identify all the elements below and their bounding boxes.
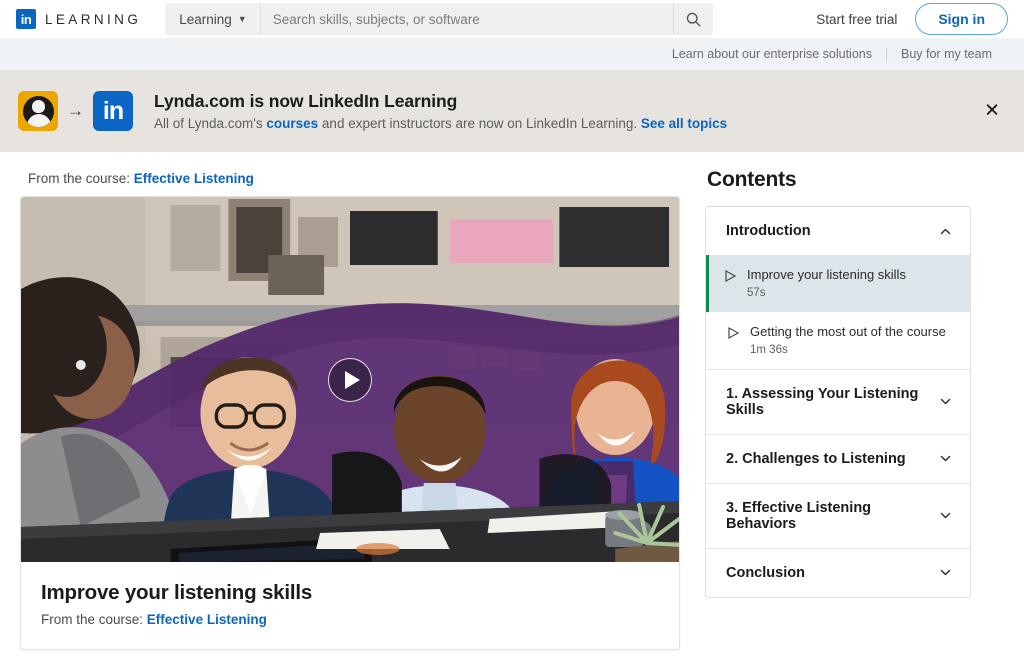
toc-section-label: 2. Challenges to Listening bbox=[726, 450, 906, 467]
chevron-down-icon bbox=[940, 570, 951, 576]
caret-down-icon: ▼ bbox=[237, 14, 247, 24]
banner-sub-before: All of Lynda.com's bbox=[154, 116, 267, 131]
banner-sub-middle: and expert instructors are now on Linked… bbox=[318, 116, 641, 131]
search-button[interactable] bbox=[672, 3, 713, 35]
enterprise-promo-bar: Learn about our enterprise solutions Buy… bbox=[0, 38, 1024, 70]
table-of-contents: Introduction Improve your listening skil… bbox=[705, 206, 971, 598]
play-outline-icon bbox=[728, 326, 740, 356]
lynda-face-icon bbox=[18, 91, 58, 131]
chevron-down-icon bbox=[940, 456, 951, 462]
toc-section-conclusion[interactable]: Conclusion bbox=[706, 547, 970, 597]
chevron-down-icon bbox=[940, 399, 951, 405]
lynda-migration-banner: → in Lynda.com is now LinkedIn Learning … bbox=[0, 70, 1024, 152]
toc-section-challenges-to-listening[interactable]: 2. Challenges to Listening bbox=[706, 433, 970, 483]
toc-lesson-text: Getting the most out of the course 1m 36… bbox=[750, 324, 946, 356]
video-column: From the course: Effective Listening Imp… bbox=[20, 166, 688, 650]
caption-prefix: From the course: bbox=[41, 612, 147, 627]
search-input[interactable] bbox=[260, 3, 673, 35]
chevron-down-icon bbox=[940, 513, 951, 519]
course-link-top[interactable]: Effective Listening bbox=[134, 171, 254, 186]
toc-lesson-item[interactable]: Improve your listening skills 57s bbox=[706, 255, 970, 312]
linkedin-logo-icon: in bbox=[16, 9, 36, 29]
brand-logo[interactable]: in LEARNING bbox=[16, 9, 141, 29]
close-icon[interactable]: ✕ bbox=[984, 102, 1000, 121]
video-thumbnail[interactable] bbox=[21, 197, 679, 562]
toc-section-assessing-your-listening-skills[interactable]: 1. Assessing Your Listening Skills bbox=[706, 368, 970, 434]
toc-lesson-duration: 1m 36s bbox=[750, 343, 788, 356]
toc-section-label: Introduction bbox=[726, 223, 811, 239]
toc-section-introduction[interactable]: Introduction bbox=[706, 207, 970, 255]
search-bar: Learning ▼ bbox=[165, 3, 713, 35]
banner-subtitle: All of Lynda.com's courses and expert in… bbox=[154, 116, 727, 131]
learning-category-dropdown[interactable]: Learning ▼ bbox=[165, 3, 261, 35]
top-navigation-bar: in LEARNING Learning ▼ Start free trial … bbox=[0, 0, 1024, 38]
main-content-area: From the course: Effective Listening Imp… bbox=[0, 152, 1024, 650]
toc-lesson-item[interactable]: Getting the most out of the course 1m 36… bbox=[706, 312, 970, 369]
chevron-up-icon bbox=[940, 228, 951, 234]
contents-heading: Contents bbox=[707, 168, 797, 191]
toc-lesson-duration: 57s bbox=[747, 286, 766, 299]
toc-lesson-text: Improve your listening skills 57s bbox=[747, 267, 906, 299]
toc-section-label: Conclusion bbox=[726, 564, 805, 581]
play-button[interactable] bbox=[328, 357, 372, 402]
toc-section-label: 1. Assessing Your Listening Skills bbox=[726, 385, 919, 418]
toc-lesson-title: Improve your listening skills bbox=[747, 267, 906, 282]
nav-right-group: Start free trial Sign in bbox=[816, 3, 1008, 35]
video-card: Improve your listening skills From the c… bbox=[20, 196, 680, 650]
enterprise-solutions-link[interactable]: Learn about our enterprise solutions bbox=[658, 47, 886, 61]
buy-for-my-team-link[interactable]: Buy for my team bbox=[887, 47, 1006, 61]
learning-dropdown-label: Learning bbox=[179, 11, 232, 27]
banner-text-block: Lynda.com is now LinkedIn Learning All o… bbox=[154, 91, 727, 131]
banner-see-all-topics-link[interactable]: See all topics bbox=[641, 116, 727, 131]
search-icon bbox=[686, 12, 701, 26]
breadcrumb-from-course: From the course: Effective Listening bbox=[28, 171, 688, 186]
linkedin-logo-icon: in bbox=[93, 91, 133, 131]
lynda-face-glyph bbox=[22, 95, 54, 127]
contents-column: Contents Introduction Improve your liste… bbox=[705, 166, 971, 650]
brand-wordmark: LEARNING bbox=[45, 11, 142, 27]
sign-in-button[interactable]: Sign in bbox=[915, 3, 1008, 35]
from-course-prefix: From the course: bbox=[28, 171, 134, 186]
course-link-caption[interactable]: Effective Listening bbox=[147, 612, 267, 627]
arrow-right-icon: → bbox=[67, 101, 84, 120]
toc-section-effective-listening-behaviors[interactable]: 3. Effective Listening Behaviors bbox=[706, 482, 970, 548]
toc-lesson-title: Getting the most out of the course bbox=[750, 323, 946, 339]
video-title: Improve your listening skills bbox=[41, 581, 313, 604]
start-free-trial-link[interactable]: Start free trial bbox=[816, 12, 897, 27]
banner-courses-link[interactable]: courses bbox=[266, 116, 318, 131]
toc-section-label: 3. Effective Listening Behaviors bbox=[726, 499, 872, 532]
video-caption: Improve your listening skills From the c… bbox=[21, 562, 679, 649]
banner-title: Lynda.com is now LinkedIn Learning bbox=[154, 91, 458, 111]
video-course-line: From the course: Effective Listening bbox=[41, 612, 659, 627]
play-triangle-icon bbox=[344, 370, 360, 389]
play-outline-icon bbox=[725, 269, 737, 299]
